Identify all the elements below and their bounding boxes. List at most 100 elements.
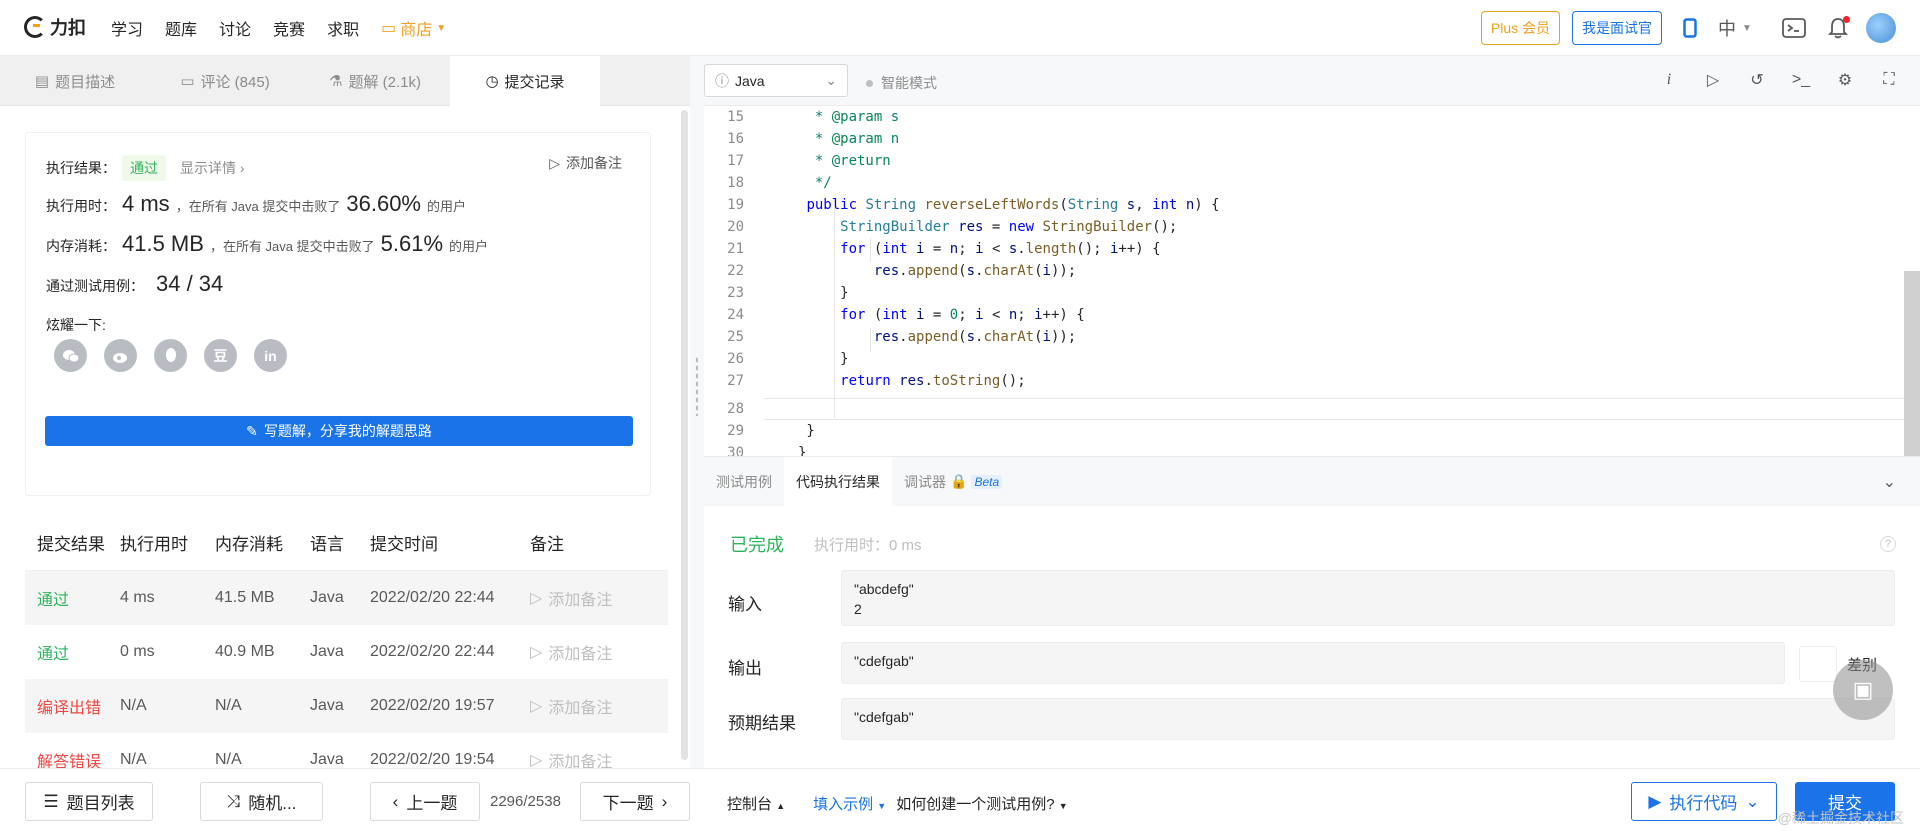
row-date: 2022/02/20 19:57	[370, 697, 495, 714]
table-row[interactable]: 通过 4 ms 41.5 MB Java 2022/02/20 22:44 ▷ 添…	[25, 571, 668, 625]
line-number: 23	[727, 285, 744, 301]
tab-exec-result[interactable]: 代码执行结果	[784, 456, 892, 507]
language-switch[interactable]: 中 ▼	[1718, 15, 1766, 41]
fill-example-label: 填入示例	[813, 796, 874, 813]
panel-divider[interactable]	[690, 56, 704, 768]
exec-result-panel: 已完成 执行用时：0 ms ? 输入 "abcdefg" 2 输出 "cdefg…	[704, 506, 1920, 768]
list-icon: ☰	[43, 791, 59, 811]
chevron-down-icon: ⌄	[825, 72, 837, 88]
row-add-note[interactable]: ▷ 添加备注	[530, 694, 660, 718]
row-language: Java	[310, 643, 344, 660]
tests-label: 通过测试用例：	[46, 278, 144, 294]
linkedin-icon[interactable]: in	[254, 339, 287, 372]
write-solution-button[interactable]: ✎ 写题解，分享我的解题思路	[45, 416, 633, 446]
mobile-icon[interactable]	[1674, 12, 1706, 44]
flag-icon[interactable]: ▷	[1702, 68, 1724, 92]
expected-box: "cdefgab"	[841, 698, 1895, 740]
editor-scrollbar[interactable]	[1904, 271, 1920, 456]
notebook-icon: ▣	[1852, 677, 1874, 702]
page-indicator: 2296/2538	[490, 793, 561, 810]
output-value: "cdefgab"	[854, 653, 914, 669]
nav-item-learn[interactable]: 学习	[111, 16, 143, 40]
console-toggle[interactable]: 控制台 ▲	[727, 793, 785, 814]
info-italic-icon[interactable]: i	[1658, 68, 1680, 92]
left-scrollbar[interactable]	[681, 110, 688, 760]
row-status[interactable]: 编译出错	[25, 694, 120, 718]
smart-mode-toggle[interactable]: 智能模式	[866, 73, 937, 93]
chevron-down-icon[interactable]: ⌄	[1883, 472, 1896, 492]
share-icons: 豆 in	[54, 339, 287, 372]
share-label: 炫耀一下:	[46, 317, 106, 333]
next-button[interactable]: 下一题 ›	[580, 782, 690, 821]
row-status[interactable]: 通过	[25, 586, 120, 610]
add-note-button[interactable]: ▷ 添加备注	[549, 153, 622, 173]
runtime-label: 执行用时：	[46, 198, 116, 214]
code-line: 20 StringBuilder res = new StringBuilder…	[704, 216, 1904, 238]
qq-icon[interactable]	[154, 339, 187, 372]
table-row[interactable]: 通过 0 ms 40.9 MB Java 2022/02/20 22:44 ▷ 添…	[25, 625, 668, 679]
help-icon[interactable]: ?	[1880, 536, 1896, 552]
reset-icon[interactable]: ↺	[1746, 68, 1768, 92]
notes-float-button[interactable]: ▣	[1833, 660, 1893, 720]
row-add-note[interactable]: ▷ 添加备注	[530, 586, 660, 610]
nav-item-jobs[interactable]: 求职	[327, 16, 359, 40]
beta-badge: Beta	[971, 474, 1003, 489]
fullscreen-icon[interactable]: ⛶	[1878, 68, 1900, 92]
show-details-link[interactable]: 显示详情 ›	[180, 158, 245, 178]
prev-button[interactable]: ‹ 上一题	[370, 782, 480, 821]
run-code-label: 执行代码	[1669, 794, 1738, 813]
douban-icon[interactable]: 豆	[204, 339, 237, 372]
bell-icon[interactable]	[1822, 12, 1854, 44]
table-row[interactable]: 编译出错 N/A N/A Java 2022/02/20 19:57 ▷ 添加备注	[25, 679, 668, 733]
settings-icon[interactable]: ⚙	[1834, 68, 1856, 92]
nav-item-contest[interactable]: 竞赛	[273, 16, 305, 40]
line-number: 18	[727, 175, 744, 191]
drag-handle-icon[interactable]	[695, 356, 699, 416]
logo[interactable]: 力扣	[24, 14, 86, 40]
tab-solutions[interactable]: ⚗ 题解 (2.1k)	[300, 56, 450, 106]
header-language: 语言	[310, 535, 344, 554]
memory-label: 内存消耗：	[46, 238, 116, 254]
row-add-note[interactable]: ▷ 添加备注	[530, 640, 660, 664]
how-create-label: 如何创建一个测试用例?	[896, 796, 1055, 813]
nav-links: 学习 题库 讨论 竞赛 求职 ▭ 商店 ▼	[111, 0, 446, 56]
result-label: 执行结果：	[46, 160, 116, 176]
line-number: 22	[727, 263, 744, 279]
random-button[interactable]: ⤨ 随机...	[200, 782, 323, 821]
terminal-icon[interactable]: >_	[1790, 68, 1812, 92]
nav-item-problems[interactable]: 题库	[165, 16, 197, 40]
tab-submissions[interactable]: ◷ 提交记录	[450, 56, 600, 106]
interviewer-button[interactable]: 我是面试官	[1572, 11, 1662, 45]
memory-row: 内存消耗： 41.5 MB ，在所有 Java 提交中击败了 5.61% 的用户	[46, 231, 488, 257]
problem-list-button[interactable]: ☰ 题目列表	[25, 782, 153, 821]
fill-example-button[interactable]: 填入示例 ▼	[813, 793, 886, 814]
plus-member-button[interactable]: Plus 会员	[1480, 11, 1560, 45]
run-code-button[interactable]: ▶ 执行代码 ⌄	[1631, 782, 1777, 821]
row-language: Java	[310, 589, 344, 606]
line-number: 20	[727, 219, 744, 235]
diff-checkbox[interactable]	[1799, 646, 1837, 682]
code-editor[interactable]: 15 * @param s 16 * @param n 17 * @return…	[704, 106, 1920, 456]
code-line: 26 }	[704, 348, 1904, 370]
tab-comments[interactable]: ▭ 评论 (845)	[150, 56, 300, 106]
wechat-icon[interactable]	[54, 339, 87, 372]
nav-item-shop[interactable]: ▭ 商店 ▼	[381, 16, 446, 40]
line-number: 17	[727, 153, 744, 169]
tab-test-case[interactable]: 测试用例	[704, 457, 784, 507]
language-select[interactable]: ⓘ Java ⌄	[704, 64, 848, 97]
prev-label: 上一题	[406, 794, 458, 813]
runtime-desc: ，在所有 Java 提交中击败了	[175, 199, 341, 214]
chevron-right-icon: ›	[661, 791, 668, 811]
code-line: 23 }	[704, 282, 1904, 304]
tab-debugger[interactable]: 调试器 🔒 Beta	[892, 457, 1014, 507]
tab-description[interactable]: ▤ 题目描述	[0, 56, 150, 106]
row-status[interactable]: 通过	[25, 640, 120, 664]
playground-icon[interactable]	[1778, 12, 1810, 44]
line-number: 28	[727, 401, 744, 417]
avatar[interactable]	[1866, 13, 1896, 43]
flag-icon: ▷	[530, 590, 543, 607]
nav-item-discuss[interactable]: 讨论	[219, 16, 251, 40]
result-card: 执行结果： 通过 显示详情 › ▷ 添加备注 执行用时： 4 ms ，在所有 J…	[25, 132, 651, 496]
how-create-test-link[interactable]: 如何创建一个测试用例? ▼	[896, 793, 1067, 814]
weibo-icon[interactable]	[104, 339, 137, 372]
